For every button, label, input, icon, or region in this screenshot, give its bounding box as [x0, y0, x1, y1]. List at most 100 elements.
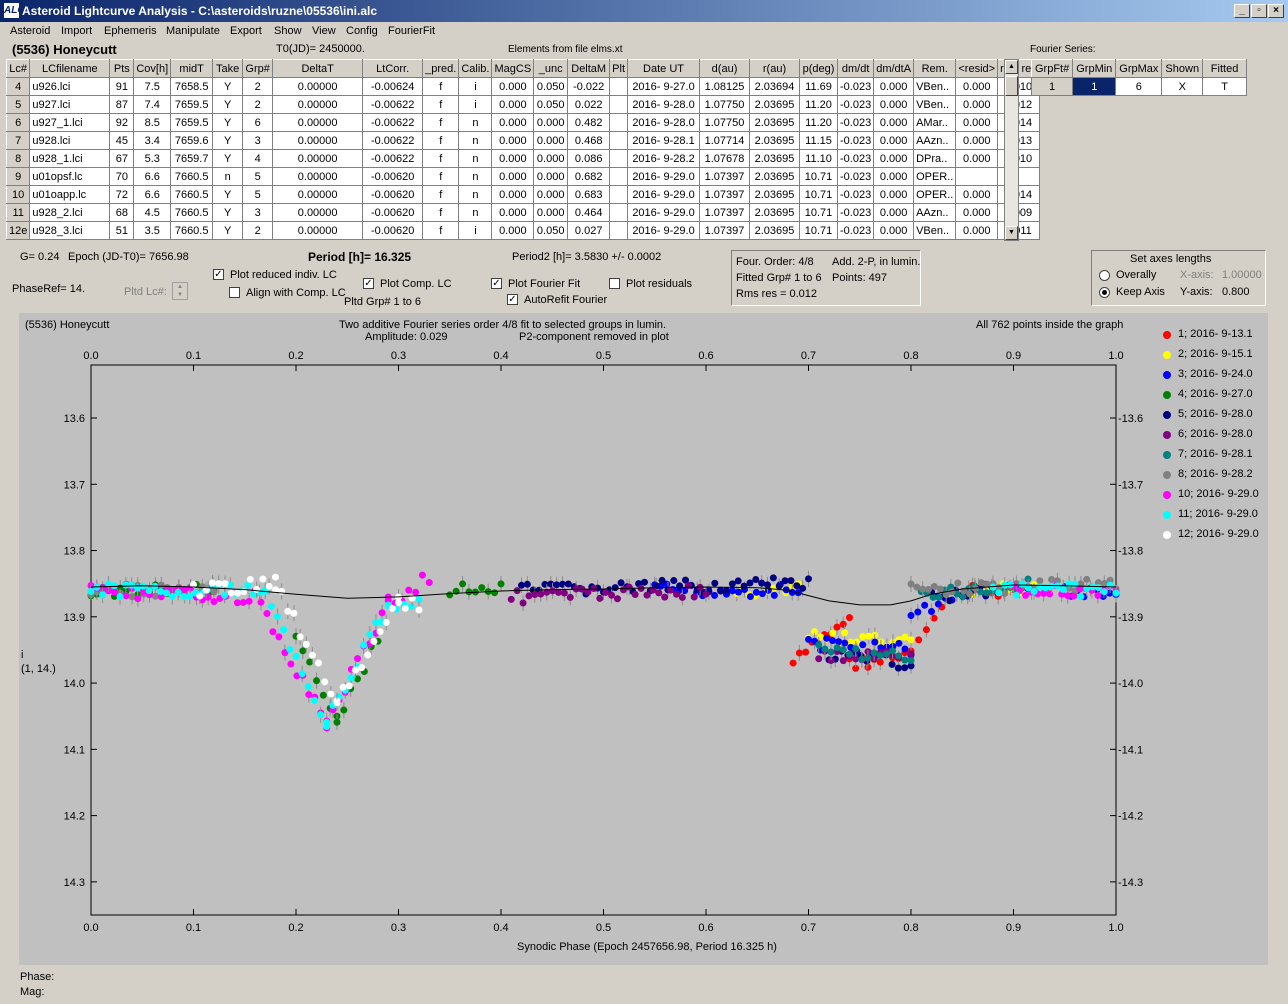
table-cell[interactable]: 0.000: [955, 113, 999, 132]
table-cell[interactable]: 0.000: [533, 167, 569, 186]
table-cell[interactable]: OPER..: [913, 167, 957, 186]
fourier-cell[interactable]: 6: [1115, 77, 1163, 96]
table-cell[interactable]: Y: [212, 131, 244, 150]
table-cell[interactable]: n: [458, 149, 493, 168]
table-cell[interactable]: 0.00000: [272, 167, 364, 186]
column-header[interactable]: MagCS: [491, 59, 535, 78]
table-cell[interactable]: 2.03695: [749, 131, 801, 150]
table-cell[interactable]: [609, 131, 629, 150]
table-cell[interactable]: VBen..: [913, 77, 957, 96]
table-cell[interactable]: [609, 221, 629, 240]
table-cell[interactable]: -0.00620: [362, 221, 424, 240]
table-cell[interactable]: n: [458, 185, 493, 204]
table-cell[interactable]: 0.000: [873, 185, 915, 204]
menu-manipulate[interactable]: Manipulate: [166, 25, 220, 37]
table-cell[interactable]: 1.07714: [699, 131, 751, 150]
lightcurve-plot[interactable]: 0.0 0.0 0.1 0.1 0.2 0.2 0.3 0.3 0.4 0.4 0.5 0.5 0.6 0…: [19, 313, 1268, 965]
menu-export[interactable]: Export: [230, 25, 262, 37]
table-cell[interactable]: 0.482: [567, 113, 611, 132]
table-cell[interactable]: 68: [109, 203, 135, 222]
table-cell[interactable]: 0.027: [567, 221, 611, 240]
table-cell[interactable]: 6: [5, 113, 31, 132]
table-cell[interactable]: 0.000: [955, 131, 999, 150]
table-cell[interactable]: n: [458, 203, 493, 222]
table-cell[interactable]: -0.023: [837, 221, 875, 240]
table-cell[interactable]: n: [212, 167, 244, 186]
table-cell[interactable]: i: [458, 77, 493, 96]
table-cell[interactable]: 11.20: [799, 113, 839, 132]
keep-axis-radio[interactable]: [1099, 287, 1110, 298]
table-cell[interactable]: 0.000: [873, 131, 915, 150]
table-cell[interactable]: n: [458, 167, 493, 186]
fourier-cell[interactable]: X: [1161, 77, 1204, 96]
fourier-cell[interactable]: 1: [1072, 77, 1117, 96]
table-cell[interactable]: 11.10: [799, 149, 839, 168]
table-cell[interactable]: Y: [212, 185, 244, 204]
table-cell[interactable]: Y: [212, 221, 244, 240]
table-cell[interactable]: 10: [5, 185, 31, 204]
table-cell[interactable]: VBen..: [913, 221, 957, 240]
plot-fourier-checkbox[interactable]: ✓: [491, 278, 502, 289]
table-cell[interactable]: 0.000: [873, 95, 915, 114]
scroll-down-button[interactable]: ▼: [1005, 226, 1018, 240]
table-cell[interactable]: [609, 95, 629, 114]
scroll-thumb[interactable]: [1005, 76, 1018, 96]
table-cell[interactable]: 3.4: [133, 131, 172, 150]
table-cell[interactable]: 1.08125: [699, 77, 751, 96]
minimize-button[interactable]: _: [1234, 4, 1250, 18]
table-cell[interactable]: -0.022: [567, 77, 611, 96]
table-cell[interactable]: 0.000: [873, 113, 915, 132]
table-row[interactable]: 4 u926.lci 91 7.5 7658.5 Y 2 0.00000 -0.00624 f i 0…: [5, 77, 1040, 96]
table-cell[interactable]: -0.023: [837, 167, 875, 186]
table-cell[interactable]: Y: [212, 113, 244, 132]
table-cell[interactable]: n: [458, 113, 493, 132]
table-row[interactable]: 5 u927.lci 87 7.4 7659.5 Y 2 0.00000 -0.00622 f i 0…: [5, 95, 1040, 114]
table-cell[interactable]: [609, 185, 629, 204]
table-cell[interactable]: 1.07397: [699, 203, 751, 222]
column-header[interactable]: _pred.: [422, 59, 460, 78]
table-cell[interactable]: 2016- 9-27.0: [627, 77, 701, 96]
align-checkbox[interactable]: [229, 287, 240, 298]
column-header[interactable]: LtCorr.: [362, 59, 424, 78]
table-cell[interactable]: 0.050: [533, 77, 569, 96]
table-cell[interactable]: 10.71: [799, 185, 839, 204]
table-cell[interactable]: u927.lci: [29, 95, 111, 114]
fourier-cell[interactable]: 1: [1030, 77, 1074, 96]
table-cell[interactable]: 0.022: [567, 95, 611, 114]
table-cell[interactable]: 2016- 9-29.0: [627, 167, 701, 186]
table-cell[interactable]: 2.03695: [749, 149, 801, 168]
table-cell[interactable]: -0.00622: [362, 113, 424, 132]
column-header[interactable]: d(au): [699, 59, 751, 78]
table-cell[interactable]: 7660.5: [170, 167, 214, 186]
table-cell[interactable]: 2.03694: [749, 77, 801, 96]
table-row[interactable]: 12e u928_3.lci 51 3.5 7660.5 Y 2 0.00000 -0.0062…: [5, 221, 1040, 240]
column-header[interactable]: _unc: [533, 59, 569, 78]
table-cell[interactable]: 0.464: [567, 203, 611, 222]
table-row[interactable]: 7 u928.lci 45 3.4 7659.6 Y 3 0.00000 -0.00622 f n 0…: [5, 131, 1040, 150]
menu-fourierfit[interactable]: FourierFit: [388, 25, 435, 37]
menu-config[interactable]: Config: [346, 25, 378, 37]
table-cell[interactable]: 0.00000: [272, 203, 364, 222]
table-cell[interactable]: 70: [109, 167, 135, 186]
table-cell[interactable]: -0.023: [837, 95, 875, 114]
table-cell[interactable]: 0.00000: [272, 149, 364, 168]
xaxis-input[interactable]: 1.00000: [1222, 269, 1262, 281]
table-cell[interactable]: 4: [5, 77, 31, 96]
table-cell[interactable]: u928_2.lci: [29, 203, 111, 222]
table-cell[interactable]: 0.000: [491, 131, 535, 150]
table-cell[interactable]: -0.00622: [362, 95, 424, 114]
table-cell[interactable]: u926.lci: [29, 77, 111, 96]
table-cell[interactable]: 0.000: [873, 77, 915, 96]
table-cell[interactable]: 10.71: [799, 203, 839, 222]
table-cell[interactable]: 7.5: [133, 77, 172, 96]
table-cell[interactable]: 2016- 9-28.0: [627, 95, 701, 114]
table-cell[interactable]: [955, 167, 999, 186]
table-cell[interactable]: 2.03695: [749, 203, 801, 222]
table-cell[interactable]: 7659.5: [170, 113, 214, 132]
table-cell[interactable]: 2016- 9-28.2: [627, 149, 701, 168]
table-cell[interactable]: 0.086: [567, 149, 611, 168]
table-cell[interactable]: 3.5: [133, 221, 172, 240]
table-cell[interactable]: u928_3.lci: [29, 221, 111, 240]
column-header[interactable]: Calib.: [458, 59, 493, 78]
table-cell[interactable]: 1.07397: [699, 221, 751, 240]
